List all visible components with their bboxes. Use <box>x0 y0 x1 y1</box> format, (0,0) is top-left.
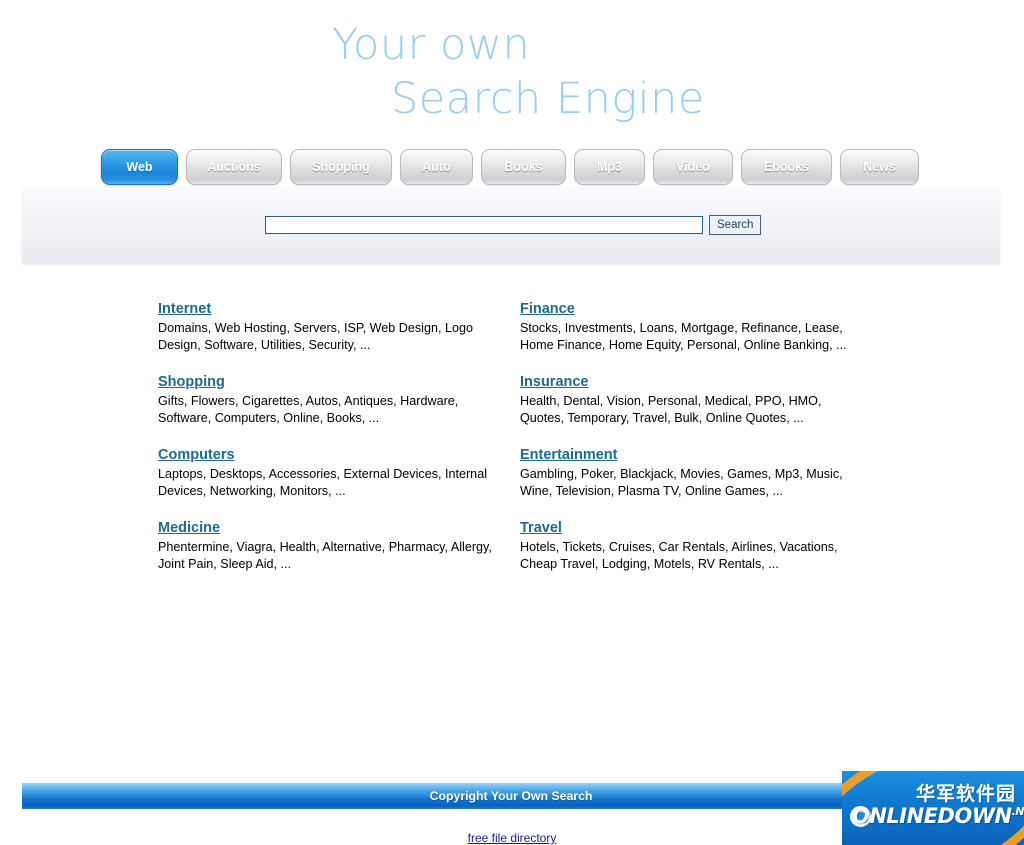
search-button[interactable]: Search <box>709 215 762 235</box>
tab-mp3[interactable]: Mp3 <box>574 149 645 185</box>
category-column-left: Internet Domains, Web Hosting, Servers, I… <box>158 300 518 592</box>
category-block: Insurance Health, Dental, Vision, Persona… <box>520 373 880 427</box>
watermark-brand-name: ONLINEDOWN <box>852 804 1012 828</box>
category-link-shopping[interactable]: Shopping <box>158 373 225 391</box>
category-block: Medicine Phentermine, Viagra, Health, Alt… <box>158 519 518 573</box>
category-description: Domains, Web Hosting, Servers, ISP, Web … <box>158 321 473 352</box>
site-masthead: Your own Search Engine <box>0 0 1024 140</box>
tab-label: Shopping <box>312 160 370 174</box>
tab-label: Mp3 <box>597 160 622 174</box>
tab-label: Books <box>504 160 543 174</box>
search-input[interactable] <box>265 216 703 234</box>
category-link-computers[interactable]: Computers <box>158 446 235 464</box>
category-description: Phentermine, Viagra, Health, Alternative… <box>158 540 492 571</box>
watermark-chinese-text: 华军软件园 <box>916 783 1017 805</box>
tab-label: Video <box>676 160 710 174</box>
tab-shopping[interactable]: Shopping <box>290 149 392 185</box>
tab-label: Web <box>126 160 153 174</box>
tab-news[interactable]: News <box>840 149 919 185</box>
category-link-medicine[interactable]: Medicine <box>158 519 220 537</box>
tab-ebooks[interactable]: Ebooks <box>741 149 832 185</box>
category-link-entertainment[interactable]: Entertainment <box>520 446 618 464</box>
category-description: Health, Dental, Vision, Personal, Medica… <box>520 394 822 425</box>
footer-copyright: Copyright Your Own Search <box>429 789 593 803</box>
category-link-insurance[interactable]: Insurance <box>520 373 589 391</box>
tab-label: Auto <box>422 160 451 174</box>
category-block: Finance Stocks, Investments, Loans, Mortg… <box>520 300 880 354</box>
category-description: Stocks, Investments, Loans, Mortgage, Re… <box>520 321 847 352</box>
watermark-brand-text: ONLINEDOWN.NET <box>852 804 1024 828</box>
watermark-tld: .NET <box>1011 805 1024 818</box>
tab-label: Auctions <box>207 160 261 174</box>
tab-video[interactable]: Video <box>653 149 733 185</box>
category-block: Travel Hotels, Tickets, Cruises, Car Rent… <box>520 519 880 573</box>
logo-line-primary: Your own <box>332 20 531 70</box>
category-description: Gambling, Poker, Blackjack, Movies, Game… <box>520 467 843 498</box>
tab-label: News <box>863 160 896 174</box>
category-description: Gifts, Flowers, Cigarettes, Autos, Antiq… <box>158 394 459 425</box>
category-link-internet[interactable]: Internet <box>158 300 211 318</box>
category-block: Shopping Gifts, Flowers, Cigarettes, Auto… <box>158 373 518 427</box>
vertical-tab-bar: Web Auctions Shopping Auto Books Mp3 Video Eboo… <box>0 149 1024 187</box>
tab-label: Ebooks <box>763 160 810 174</box>
logo-line-secondary: Search Engine <box>391 74 705 124</box>
tab-web[interactable]: Web <box>101 149 178 185</box>
category-block: Computers Laptops, Desktops, Accessories,… <box>158 446 518 500</box>
category-block: Internet Domains, Web Hosting, Servers, I… <box>158 300 518 354</box>
category-link-finance[interactable]: Finance <box>520 300 575 318</box>
tab-auctions[interactable]: Auctions <box>186 149 282 185</box>
category-block: Entertainment Gambling, Poker, Blackjack,… <box>520 446 880 500</box>
onlinedown-watermark: 华军软件园 ONLINEDOWN.NET <box>842 771 1024 845</box>
category-link-travel[interactable]: Travel <box>520 519 562 537</box>
tab-books[interactable]: Books <box>481 149 566 185</box>
tab-auto[interactable]: Auto <box>400 149 473 185</box>
category-description: Laptops, Desktops, Accessories, External… <box>158 467 487 498</box>
category-column-right: Finance Stocks, Investments, Loans, Mortg… <box>520 300 880 592</box>
category-description: Hotels, Tickets, Cruises, Car Rentals, A… <box>520 540 838 571</box>
